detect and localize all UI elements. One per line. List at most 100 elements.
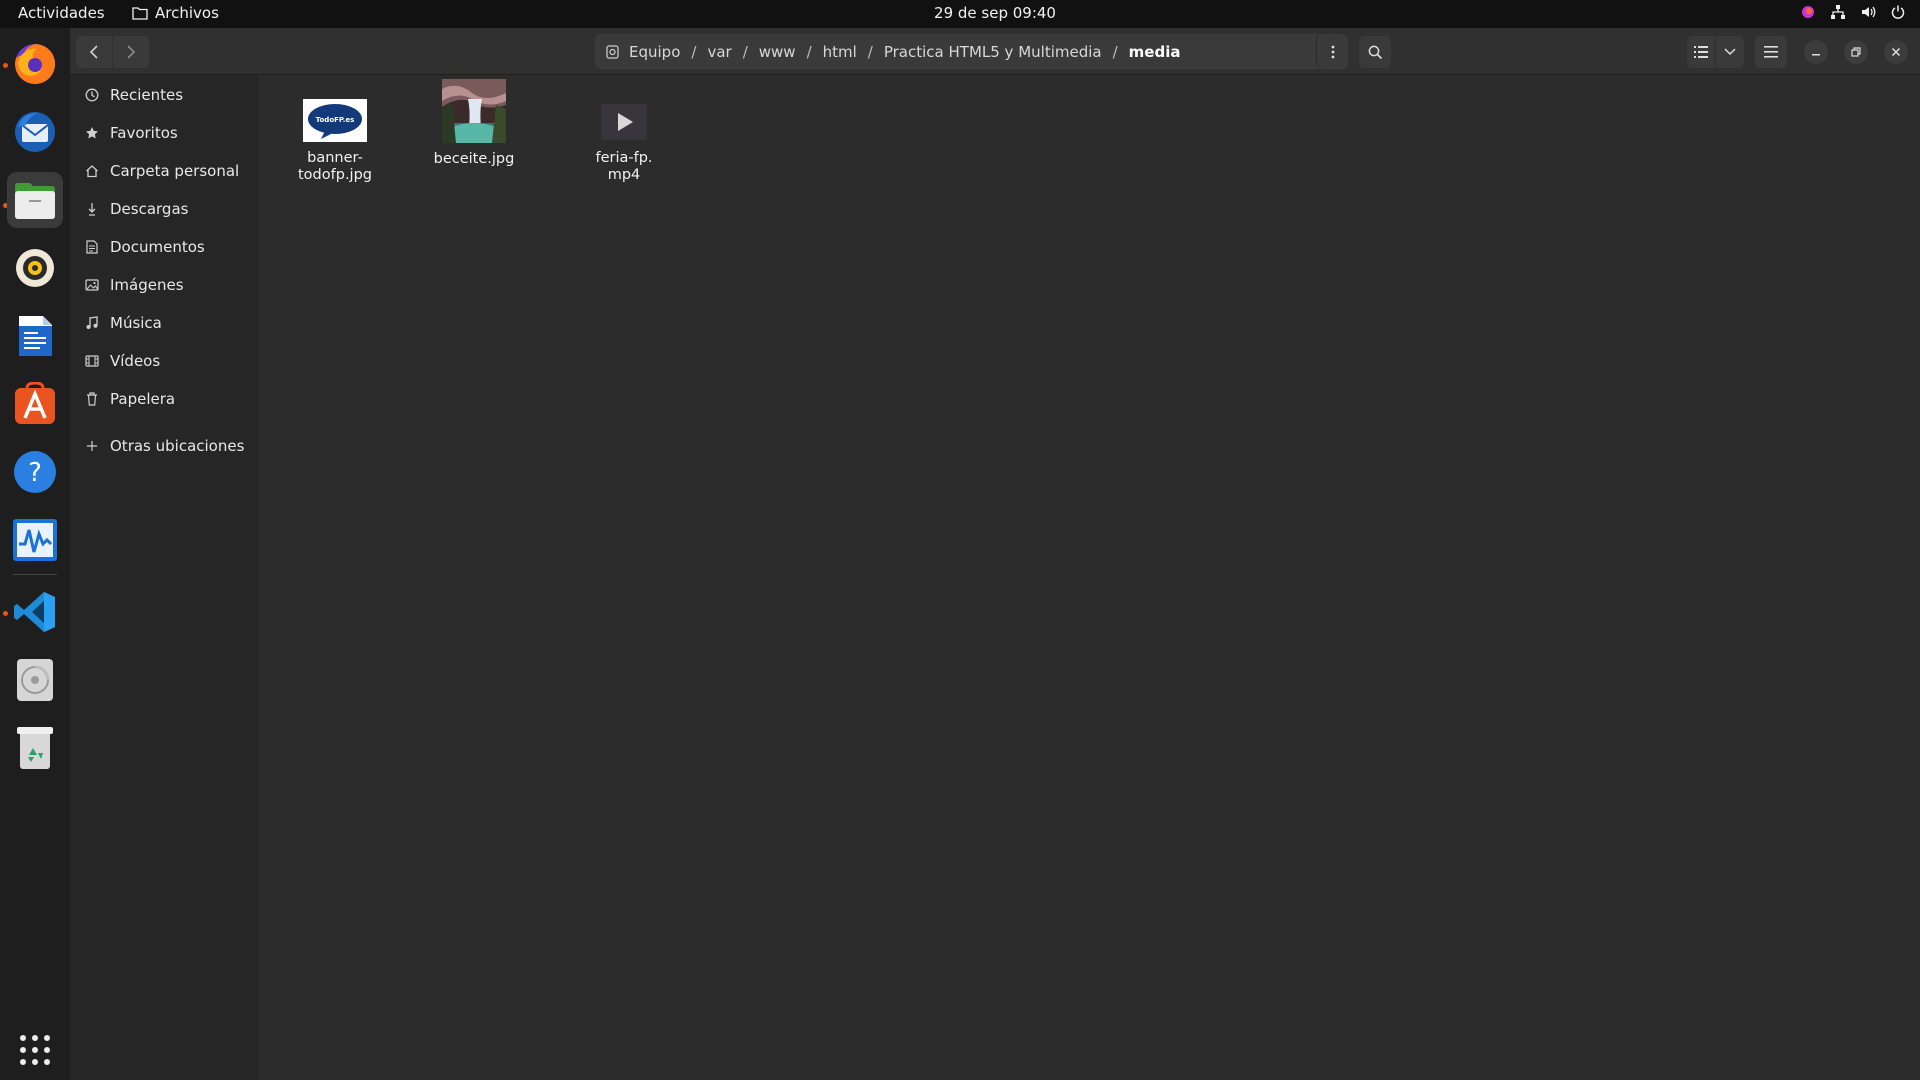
- sidebar-item-imagenes[interactable]: Imágenes: [70, 267, 259, 303]
- files-launcher[interactable]: [7, 172, 63, 228]
- firefox-icon: [12, 41, 58, 87]
- sidebar-item-label: Documentos: [110, 238, 205, 256]
- sidebar-item-label: Carpeta personal: [110, 162, 240, 180]
- breadcrumb-www[interactable]: www: [757, 43, 798, 61]
- home-icon: [84, 163, 100, 179]
- writer-icon: [16, 314, 54, 358]
- trash-icon: [84, 391, 100, 407]
- file-name-line: feria-fp.: [595, 150, 653, 166]
- sidebar-item-musica[interactable]: Música: [70, 305, 259, 341]
- sidebar-item-videos[interactable]: Vídeos: [70, 343, 259, 379]
- sidebar-item-descargas[interactable]: Descargas: [70, 191, 259, 227]
- image-icon: [84, 277, 100, 293]
- video-icon: [84, 353, 100, 369]
- trash-launcher[interactable]: [7, 720, 63, 776]
- header-bar: Equipo / var / www / html / Practica HTM…: [70, 28, 1920, 75]
- hamburger-icon: [1764, 46, 1778, 58]
- clock[interactable]: 29 de sep 09:40: [0, 4, 1920, 22]
- restore-icon: [1851, 47, 1861, 57]
- rhythmbox-launcher[interactable]: [7, 240, 63, 296]
- path-bar[interactable]: Equipo / var / www / html / Practica HTM…: [595, 34, 1348, 69]
- video-thumbnail: [601, 102, 647, 142]
- help-launcher[interactable]: ?: [7, 444, 63, 500]
- sidebar-item-documentos[interactable]: Documentos: [70, 229, 259, 265]
- file-item-banner-todofp[interactable]: TodoFP.es banner- todofp.jpg: [283, 99, 387, 184]
- chevron-down-icon: [1724, 48, 1736, 56]
- writer-launcher[interactable]: [7, 308, 63, 364]
- file-item-beceite[interactable]: beceite.jpg: [422, 79, 526, 168]
- breadcrumb-media[interactable]: media: [1127, 43, 1183, 61]
- sidebar-item-label: Vídeos: [110, 352, 161, 370]
- drive-icon: [606, 44, 619, 59]
- power-icon[interactable]: [1890, 4, 1906, 20]
- colorful-app-icon[interactable]: [1800, 4, 1816, 20]
- chevron-left-icon: [89, 45, 99, 59]
- system-monitor-icon: [12, 518, 58, 562]
- search-button[interactable]: [1359, 36, 1391, 68]
- dock: ?: [0, 28, 70, 1080]
- image-thumbnail: TodoFP.es: [303, 99, 367, 142]
- sidebar-item-label: Recientes: [110, 86, 184, 104]
- breadcrumb-separator: /: [742, 42, 748, 61]
- trash-icon: [16, 725, 54, 771]
- vertical-dots-icon: [1331, 45, 1335, 59]
- list-view-icon: [1694, 46, 1708, 58]
- close-button[interactable]: [1884, 40, 1908, 64]
- download-icon: [84, 201, 100, 217]
- breadcrumb-separator: /: [867, 42, 873, 61]
- back-button[interactable]: [76, 36, 112, 68]
- path-menu-button[interactable]: [1316, 34, 1348, 69]
- firefox-launcher[interactable]: [7, 36, 63, 92]
- sidebar-item-otras-ubicaciones[interactable]: Otras ubicaciones: [70, 428, 259, 464]
- dock-separator: [13, 574, 57, 575]
- app-grid-icon: [19, 1034, 51, 1066]
- volume-icon[interactable]: [1860, 4, 1876, 20]
- system-tray[interactable]: [1800, 4, 1906, 20]
- file-name-line: mp4: [607, 167, 641, 183]
- breadcrumb-var[interactable]: var: [705, 43, 733, 61]
- help-icon: ?: [13, 450, 57, 494]
- search-icon: [1368, 45, 1383, 60]
- breadcrumb-equipo[interactable]: Equipo: [627, 43, 682, 61]
- sidebar-item-papelera[interactable]: Papelera: [70, 381, 259, 417]
- clock-icon: [84, 87, 100, 103]
- forward-button[interactable]: [113, 36, 149, 68]
- music-icon: [84, 315, 100, 331]
- svg-text:?: ?: [28, 458, 42, 488]
- minimize-icon: [1811, 47, 1821, 57]
- app-center-launcher[interactable]: [7, 376, 63, 432]
- system-monitor-launcher[interactable]: [7, 512, 63, 568]
- restore-button[interactable]: [1844, 40, 1868, 64]
- main-menu-button[interactable]: [1755, 36, 1787, 68]
- sidebar: Recientes Favoritos Carpeta personal Des…: [70, 75, 259, 1080]
- minimize-button[interactable]: [1804, 40, 1828, 64]
- star-icon: [84, 125, 100, 141]
- sidebar-item-carpeta-personal[interactable]: Carpeta personal: [70, 153, 259, 189]
- app-center-icon: [13, 382, 57, 426]
- top-bar: Actividades Archivos 29 de sep 09:40: [0, 0, 1920, 28]
- disc-drive-launcher[interactable]: [7, 652, 63, 708]
- breadcrumb-separator: /: [691, 42, 697, 61]
- close-icon: [1891, 47, 1901, 57]
- sidebar-item-label: Otras ubicaciones: [110, 437, 245, 455]
- breadcrumb-separator: /: [806, 42, 812, 61]
- thunderbird-launcher[interactable]: [7, 104, 63, 160]
- breadcrumb-practica[interactable]: Practica HTML5 y Multimedia: [882, 43, 1104, 61]
- sidebar-item-label: Papelera: [110, 390, 176, 408]
- file-item-feria-fp[interactable]: feria-fp. mp4: [572, 102, 676, 184]
- file-name-line: todofp.jpg: [298, 167, 372, 183]
- sidebar-item-label: Favoritos: [110, 124, 178, 142]
- files-icon: [13, 180, 57, 220]
- view-options-button[interactable]: [1716, 36, 1744, 68]
- network-icon[interactable]: [1830, 4, 1846, 20]
- sidebar-item-favoritos[interactable]: Favoritos: [70, 115, 259, 151]
- disc-drive-icon: [16, 658, 54, 702]
- file-view[interactable]: TodoFP.es banner- todofp.jpg beceite.jpg: [259, 75, 1920, 1080]
- view-list-button[interactable]: [1687, 36, 1715, 68]
- plus-icon: [84, 438, 100, 454]
- app-grid-button[interactable]: [7, 1022, 63, 1078]
- sidebar-item-recientes[interactable]: Recientes: [70, 77, 259, 113]
- sidebar-item-label: Descargas: [110, 200, 189, 218]
- vscode-launcher[interactable]: [7, 584, 63, 640]
- breadcrumb-html[interactable]: html: [821, 43, 859, 61]
